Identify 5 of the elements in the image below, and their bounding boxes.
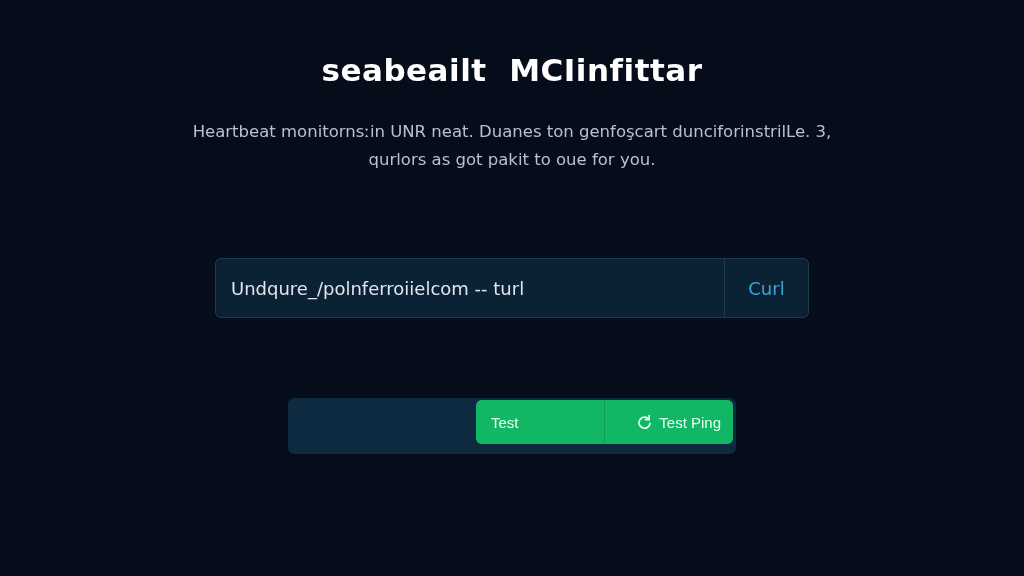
curl-button[interactable]: Curl	[724, 259, 808, 317]
description: Heartbeat monitornsːin UNR neat. Duanes ton genfoşcart dunciforinstrilLe. 3, qurlors as got pakit to oue for you.	[191, 121, 833, 171]
app-title: seabeailt MCIinfittar	[321, 52, 703, 88]
refresh-icon	[636, 413, 654, 431]
url-field[interactable]: Undqure_/polnferroiielcom -- turl Curl	[215, 258, 809, 318]
